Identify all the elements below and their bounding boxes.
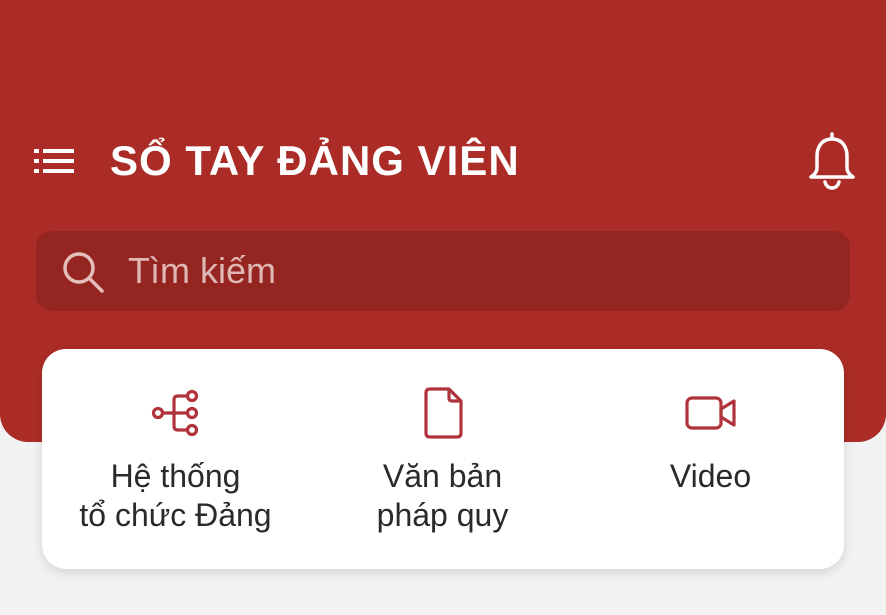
label-line-1: Văn bản (382, 458, 503, 494)
quick-action-party-organization[interactable]: Hệ thống tổ chức Đảng (42, 349, 309, 569)
quick-actions-card: Hệ thống tổ chức Đảng Văn bản pháp quy V… (42, 349, 844, 569)
page-title: SỔ TAY ĐẢNG VIÊN (110, 137, 520, 184)
quick-action-legal-documents[interactable]: Văn bản pháp quy (309, 349, 576, 569)
label-line-2: tổ chức Đảng (79, 497, 272, 533)
list-menu-icon (34, 149, 74, 173)
label-line-1: Video (669, 458, 752, 494)
video-camera-icon (684, 396, 736, 430)
quick-action-label: Hệ thống tổ chức Đảng (42, 457, 309, 535)
document-icon (423, 387, 463, 439)
search-bar[interactable] (36, 231, 850, 311)
menu-button[interactable] (28, 140, 80, 182)
quick-action-label: Văn bản pháp quy (309, 457, 576, 535)
quick-action-label: Video (577, 457, 844, 496)
label-line-1: Hệ thống (110, 458, 241, 494)
quick-action-video[interactable]: Video (577, 349, 844, 569)
search-icon (63, 252, 104, 293)
bell-icon (809, 132, 855, 190)
notification-button[interactable] (804, 130, 860, 192)
org-chart-icon (151, 389, 198, 437)
search-input[interactable] (128, 241, 828, 301)
label-line-2: pháp quy (376, 497, 509, 533)
